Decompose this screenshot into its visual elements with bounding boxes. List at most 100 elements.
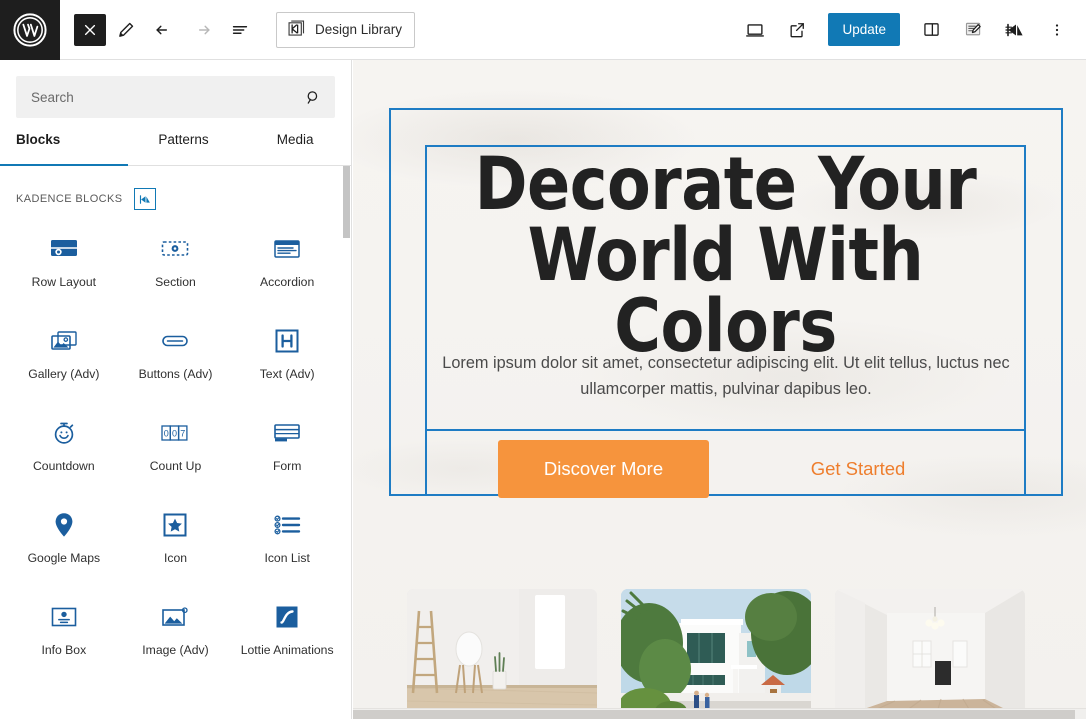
block-label: Form	[272, 459, 302, 473]
kadence-blocks-title: KADENCE BLOCKS	[16, 193, 123, 205]
form-icon	[272, 416, 302, 450]
block-label: Icon List	[264, 551, 310, 565]
block-item-image[interactable]: Image (Adv)	[120, 584, 232, 676]
image-card-modern-house[interactable]	[621, 589, 811, 719]
external-link-icon	[790, 22, 805, 37]
block-label: Info Box	[41, 643, 87, 657]
accordion-icon	[272, 232, 302, 266]
kadence-badge-icon	[134, 188, 157, 210]
block-item-info-box[interactable]: Info Box	[8, 584, 120, 676]
hallway-image	[835, 589, 1025, 719]
undo-button[interactable]	[146, 12, 182, 48]
block-label: Image (Adv)	[142, 643, 209, 657]
gallery-icon	[49, 324, 79, 358]
list-view-button[interactable]	[222, 12, 258, 48]
list-view-icon	[232, 25, 248, 34]
block-label: Google Maps	[27, 551, 101, 565]
row-layout-icon	[49, 232, 79, 266]
svg-text:7: 7	[181, 428, 186, 438]
inserter-tabs: Blocks Patterns Media	[0, 132, 351, 166]
draft-notes-icon	[965, 22, 981, 36]
icon-list-icon	[272, 508, 302, 542]
redo-button[interactable]	[184, 12, 220, 48]
block-item-google-maps[interactable]: Google Maps	[8, 492, 120, 584]
block-item-icon[interactable]: Icon	[120, 492, 232, 584]
block-item-icon-list[interactable]: Icon List	[231, 492, 343, 584]
hero-heading[interactable]: Decorate Your World With Colors	[434, 148, 1017, 363]
block-label: Gallery (Adv)	[28, 367, 100, 381]
block-label: Section	[155, 275, 196, 289]
hero-paragraph[interactable]: Lorem ipsum dolor sit amet, consectetur …	[429, 350, 1023, 403]
draft-notes-button[interactable]	[954, 11, 992, 49]
design-library-button[interactable]: Design Library	[276, 11, 416, 48]
canvas-horizontal-scrollbar[interactable]	[353, 708, 1086, 719]
block-item-buttons[interactable]: Buttons (Adv)	[120, 308, 232, 400]
more-options-button[interactable]	[1038, 11, 1076, 49]
block-item-section[interactable]: Section	[120, 216, 232, 308]
kadence-button[interactable]	[996, 11, 1034, 49]
update-button[interactable]: Update	[828, 13, 900, 46]
search-button[interactable]	[300, 84, 326, 110]
editor-canvas[interactable]: Decorate Your World With Colors Lorem ip…	[353, 60, 1086, 719]
modern-house-image	[621, 589, 811, 719]
tab-blocks-label: Blocks	[16, 132, 61, 147]
kadence-design-library-icon	[286, 18, 307, 42]
block-item-accordion[interactable]: Accordion	[231, 216, 343, 308]
three-dot-vertical-icon	[1055, 23, 1059, 36]
sidebar-scrollbar-thumb[interactable]	[343, 166, 350, 238]
settings-sidebar-button[interactable]	[912, 11, 950, 49]
block-label: Lottie Animations	[240, 643, 334, 657]
close-icon	[84, 24, 96, 35]
block-grid: Row Layout Section Accordion Gallery (Ad…	[0, 216, 351, 676]
search-box[interactable]	[16, 76, 335, 118]
edit-mode-button[interactable]	[108, 12, 144, 48]
image-card-hallway[interactable]	[835, 589, 1025, 719]
block-inserter-sidebar: Blocks Patterns Media KADENCE BLOCKS	[0, 60, 352, 719]
buttons-icon	[160, 324, 190, 358]
get-started-button[interactable]: Get Started	[753, 440, 963, 498]
block-item-lottie[interactable]: Lottie Animations	[231, 584, 343, 676]
block-label: Row Layout	[31, 275, 96, 289]
undo-arrow-icon	[156, 25, 168, 34]
block-label: Countdown	[32, 459, 95, 473]
search-wrapper	[0, 60, 351, 118]
block-item-count-up[interactable]: 0 0 7 Count Up	[120, 400, 232, 492]
block-label: Accordion	[260, 275, 315, 289]
kadence-blocks-header: KADENCE BLOCKS	[0, 166, 351, 210]
view-site-button[interactable]	[778, 11, 816, 49]
block-item-gallery[interactable]: Gallery (Adv)	[8, 308, 120, 400]
block-item-form[interactable]: Form	[231, 400, 343, 492]
search-input[interactable]	[17, 77, 334, 117]
discover-more-button[interactable]: Discover More	[498, 440, 709, 498]
empty-room-image	[407, 589, 597, 719]
tab-media[interactable]: Media	[239, 132, 351, 165]
canvas-horizontal-scrollbar-thumb[interactable]	[353, 710, 1075, 719]
wordpress-logo-icon	[13, 12, 47, 47]
image-icon	[160, 600, 190, 634]
block-item-row-layout[interactable]: Row Layout	[8, 216, 120, 308]
svg-text:0: 0	[172, 428, 177, 438]
star-icon	[162, 508, 188, 542]
image-card-empty-room[interactable]	[407, 589, 597, 719]
svg-text:0: 0	[164, 428, 169, 438]
preview-device-button[interactable]	[736, 11, 774, 49]
tab-patterns-label: Patterns	[158, 132, 209, 147]
desktop-preview-icon	[746, 23, 765, 37]
block-label: Count Up	[149, 459, 202, 473]
wordpress-logo[interactable]	[0, 0, 60, 60]
block-item-countdown[interactable]: Countdown	[8, 400, 120, 492]
toolbar-right-group: Update	[736, 0, 1086, 60]
close-inserter-button[interactable]	[74, 13, 106, 46]
lottie-animation-icon	[274, 600, 300, 634]
tab-media-label: Media	[276, 132, 314, 147]
map-pin-icon	[52, 508, 76, 542]
toolbar-left-group: Design Library	[60, 0, 416, 60]
sidebar-panel-icon	[923, 23, 939, 36]
block-label: Buttons (Adv)	[138, 367, 213, 381]
tab-patterns[interactable]: Patterns	[128, 132, 240, 165]
block-item-text[interactable]: Text (Adv)	[231, 308, 343, 400]
tab-blocks[interactable]: Blocks	[0, 132, 128, 166]
search-icon	[307, 90, 317, 104]
editor-toolbar: Design Library Update	[0, 0, 1086, 60]
text-heading-icon	[274, 324, 300, 358]
